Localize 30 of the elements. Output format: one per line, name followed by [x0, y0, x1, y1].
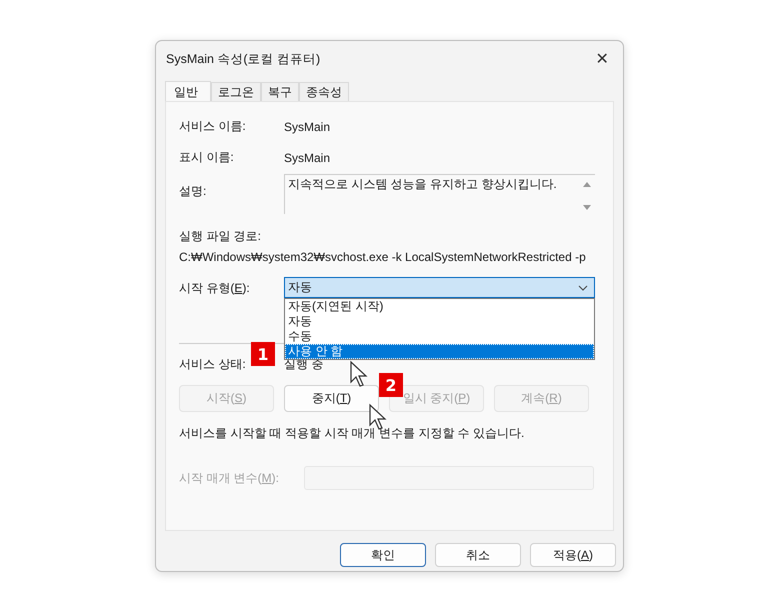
field-label: 서비스 상태:: [179, 356, 246, 373]
help-text: 서비스를 시작할 때 적용할 시작 매개 변수를 지정할 수 있습니다.: [179, 425, 526, 442]
description-box[interactable]: 지속적으로 시스템 성능을 유지하고 향상시킵니다.: [284, 174, 595, 214]
dialog-button[interactable]: 확인: [340, 543, 426, 567]
field-label: 설명:: [179, 183, 206, 200]
step-badge: 1: [251, 342, 275, 366]
tab[interactable]: 로그온: [211, 82, 261, 101]
window-title: SysMain 속성(로컬 컴퓨터): [166, 50, 320, 68]
tab[interactable]: 종속성: [299, 82, 349, 101]
field-label: 시작 매개 변수(M):: [179, 470, 280, 486]
dropdown-option[interactable]: 자동(지연된 시작): [285, 299, 594, 314]
field-label: 시작 유형(E):: [179, 280, 250, 297]
dropdown-option[interactable]: 사용 안 함: [285, 344, 594, 359]
field-label: 서비스 이름:: [179, 118, 246, 135]
startup-type-dropdown[interactable]: 자동: [284, 277, 595, 298]
path-text: C:₩Windows₩system32₩svchost.exe -k LocalSystemNetworkRestricted -p: [179, 250, 587, 264]
dialog-button[interactable]: 적용(A): [530, 543, 616, 567]
tab[interactable]: 복구: [261, 82, 299, 101]
chevron-down-icon: [578, 284, 588, 290]
field-label: 표시 이름:: [179, 149, 234, 166]
field-label: 실행 파일 경로:: [179, 228, 262, 245]
close-button[interactable]: ✕: [587, 45, 617, 73]
field-value: SysMain: [284, 150, 332, 164]
field-value: SysMain: [284, 120, 332, 134]
dropdown-option[interactable]: 수동: [285, 329, 594, 344]
dropdown-option[interactable]: 자동: [285, 314, 594, 329]
step-badge: 2: [379, 373, 403, 397]
service-button[interactable]: 중지(T): [284, 385, 379, 412]
tab[interactable]: 일반: [165, 81, 211, 102]
dialog-button[interactable]: 취소: [435, 543, 521, 567]
